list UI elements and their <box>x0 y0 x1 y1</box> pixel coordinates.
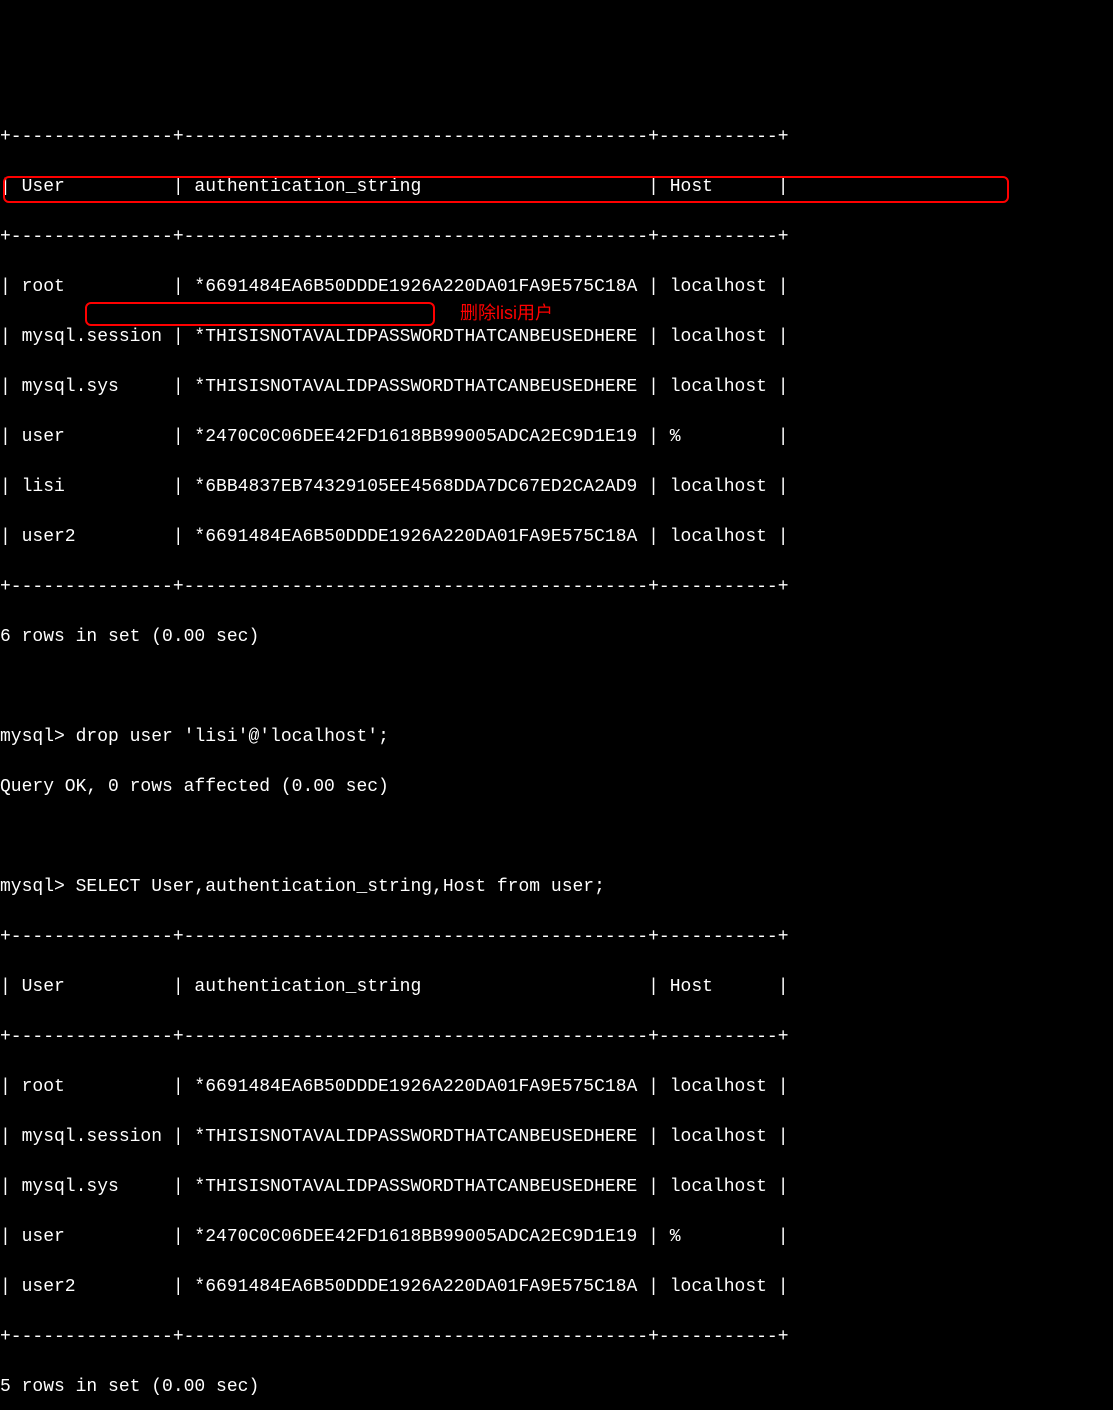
table-header: | User | authentication_string | Host | <box>0 175 1113 200</box>
table-row-highlighted: | lisi | *6BB4837EB74329105EE4568DDA7DC6… <box>0 475 1113 500</box>
terminal-output: +---------------+-----------------------… <box>0 100 1113 1410</box>
blank-line <box>0 825 1113 850</box>
table-border: +---------------+-----------------------… <box>0 225 1113 250</box>
table-border: +---------------+-----------------------… <box>0 1025 1113 1050</box>
table-header: | User | authentication_string | Host | <box>0 975 1113 1000</box>
table-row: | mysql.session | *THISISNOTAVALIDPASSWO… <box>0 325 1113 350</box>
table-row: | mysql.session | *THISISNOTAVALIDPASSWO… <box>0 1125 1113 1150</box>
table-border: +---------------+-----------------------… <box>0 125 1113 150</box>
table-border: +---------------+-----------------------… <box>0 575 1113 600</box>
table-row: | user2 | *6691484EA6B50DDDE1926A220DA01… <box>0 1275 1113 1300</box>
query-result: Query OK, 0 rows affected (0.00 sec) <box>0 775 1113 800</box>
table-border: +---------------+-----------------------… <box>0 925 1113 950</box>
mysql-prompt: mysql> <box>0 727 76 747</box>
table-border: +---------------+-----------------------… <box>0 1325 1113 1350</box>
table-row: | root | *6691484EA6B50DDDE1926A220DA01F… <box>0 275 1113 300</box>
result-summary: 5 rows in set (0.00 sec) <box>0 1375 1113 1400</box>
blank-line <box>0 675 1113 700</box>
table-row: | user | *2470C0C06DEE42FD1618BB99005ADC… <box>0 1225 1113 1250</box>
annotation-delete-user: 删除lisi用户 <box>460 301 553 326</box>
drop-user-command: drop user 'lisi'@'localhost'; <box>76 727 389 747</box>
table-row: | root | *6691484EA6B50DDDE1926A220DA01F… <box>0 1075 1113 1100</box>
table-row: | mysql.sys | *THISISNOTAVALIDPASSWORDTH… <box>0 375 1113 400</box>
result-summary: 6 rows in set (0.00 sec) <box>0 625 1113 650</box>
table-row: | user | *2470C0C06DEE42FD1618BB99005ADC… <box>0 425 1113 450</box>
command-line[interactable]: mysql> SELECT User,authentication_string… <box>0 875 1113 900</box>
table-row: | user2 | *6691484EA6B50DDDE1926A220DA01… <box>0 525 1113 550</box>
command-line[interactable]: mysql> drop user 'lisi'@'localhost'; <box>0 725 1113 750</box>
table-row: | mysql.sys | *THISISNOTAVALIDPASSWORDTH… <box>0 1175 1113 1200</box>
